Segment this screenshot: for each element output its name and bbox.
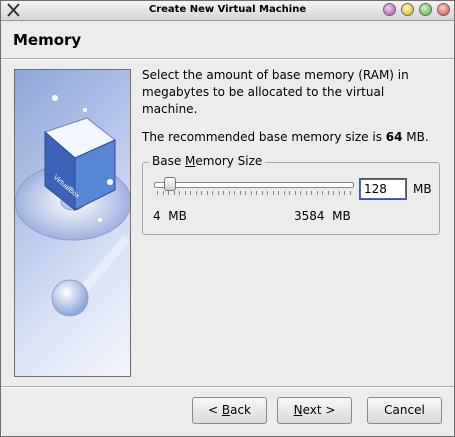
group-title-start: Base (152, 154, 186, 168)
slider-tick (350, 191, 351, 195)
cancel-button[interactable]: Cancel (367, 397, 442, 424)
maximize-button[interactable] (419, 3, 432, 16)
footer-divider (1, 386, 454, 388)
memory-unit-label: MB (413, 182, 432, 196)
slider-tick (240, 191, 241, 195)
slider-tick (344, 191, 345, 195)
base-memory-group: Base Memory Size MB 4 MB 3584 MB (142, 154, 440, 235)
page-header: Memory (1, 21, 454, 58)
slider-tick (267, 191, 268, 195)
slider-tick (284, 191, 285, 195)
next-rest: ext > (302, 403, 336, 417)
back-button[interactable]: < Back (192, 397, 267, 424)
back-rest: ack (230, 403, 251, 417)
slider-tick (168, 191, 169, 195)
slider-tick (174, 191, 175, 195)
slider-tick (333, 191, 334, 195)
memory-size-input[interactable] (359, 178, 407, 200)
content-area: Select the amount of base memory (RAM) i… (142, 67, 442, 144)
recommendation-text: The recommended base memory size is 64 M… (142, 129, 429, 146)
recommendation-prefix: The recommended base memory size is (142, 130, 386, 144)
group-title: Base Memory Size (149, 154, 266, 168)
group-title-end: emory Size (195, 154, 263, 168)
close-button[interactable] (437, 3, 450, 16)
recommended-value: 64 (385, 130, 403, 144)
slider-tick (218, 191, 219, 195)
back-prefix: < (207, 403, 222, 417)
slider-tick (328, 191, 329, 195)
slider-min-label: 4 MB (153, 209, 187, 223)
minimize-button[interactable] (401, 3, 414, 16)
shade-button[interactable] (383, 3, 396, 16)
slider-tick (245, 191, 246, 195)
memory-slider-track[interactable] (154, 182, 354, 188)
slider-tick (273, 191, 274, 195)
slider-tick (234, 191, 235, 195)
slider-tick (295, 191, 296, 195)
slider-tick (196, 191, 197, 195)
slider-tick (157, 191, 158, 195)
slider-tick (322, 191, 323, 195)
slider-tick (306, 191, 307, 195)
virtualbox-logo-icon: VirtualBox (14, 69, 131, 377)
next-mnemonic: N (293, 403, 303, 417)
slider-tick (339, 191, 340, 195)
page-title: Memory (13, 31, 82, 49)
slider-tick (317, 191, 318, 195)
slider-tick (207, 191, 208, 195)
header-divider (1, 58, 454, 60)
slider-ticks (157, 191, 351, 197)
wizard-window: Create New Virtual Machine Memory Virtua… (0, 0, 455, 437)
slider-tick (311, 191, 312, 195)
description-text: Select the amount of base memory (RAM) i… (142, 68, 409, 116)
group-title-mnemonic: M (185, 154, 196, 168)
slider-tick (179, 191, 180, 195)
memory-slider-handle[interactable] (163, 177, 176, 191)
slider-tick (212, 191, 213, 195)
slider-tick (229, 191, 230, 195)
next-button[interactable]: Next > (277, 397, 352, 424)
slider-tick (251, 191, 252, 195)
slider-tick (289, 191, 290, 195)
slider-tick (262, 191, 263, 195)
slider-tick (300, 191, 301, 195)
recommendation-suffix: MB. (402, 130, 429, 144)
slider-tick (185, 191, 186, 195)
back-mnemonic: B (221, 403, 231, 417)
slider-tick (256, 191, 257, 195)
slider-tick (201, 191, 202, 195)
title-bar: Create New Virtual Machine (1, 1, 454, 21)
slider-tick (190, 191, 191, 195)
slider-tick (223, 191, 224, 195)
slider-tick (163, 191, 164, 195)
slider-tick (278, 191, 279, 195)
slider-max-label: 3584 MB (294, 209, 351, 223)
